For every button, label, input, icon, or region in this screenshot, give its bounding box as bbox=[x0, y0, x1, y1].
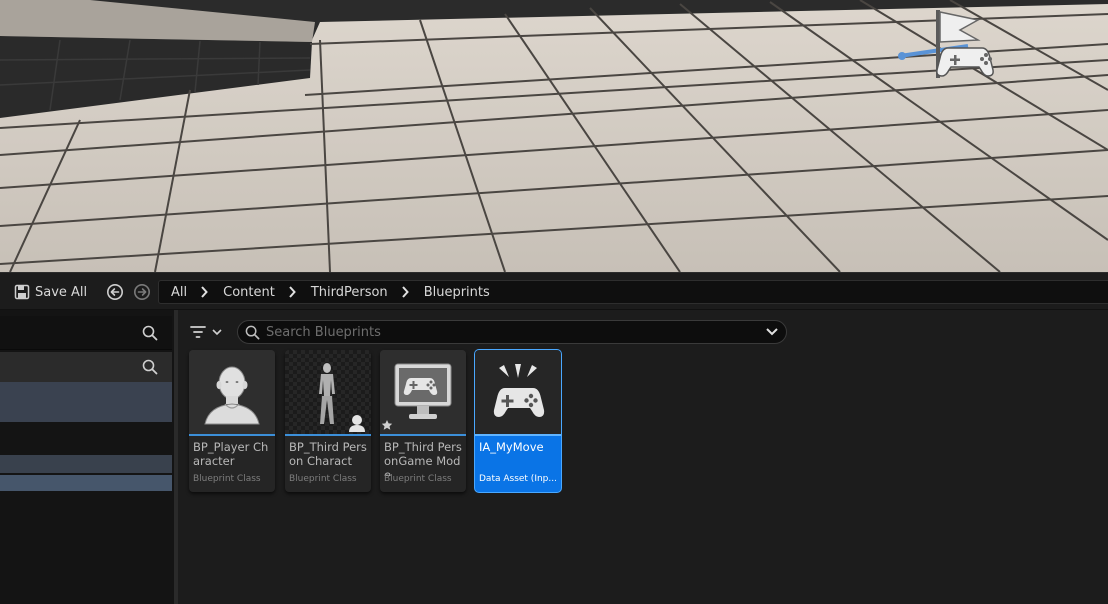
sources-panel bbox=[0, 310, 178, 604]
breadcrumb-item-content[interactable]: Content bbox=[223, 285, 275, 300]
asset-name: BP_Third Person Charact bbox=[289, 440, 367, 468]
breadcrumb: All Content ThirdPerson Blueprints bbox=[158, 280, 1108, 304]
asset-name: BP_Player Character bbox=[193, 440, 269, 468]
asset-color-bar bbox=[475, 434, 561, 436]
search-input[interactable] bbox=[266, 321, 756, 343]
asset-tile[interactable]: BP_Player Character Blueprint Class bbox=[189, 350, 275, 492]
asset-thumbnail bbox=[475, 350, 561, 434]
asset-type: Blueprint Class bbox=[384, 474, 452, 484]
asset-tile-selected[interactable]: IA_MyMove Data Asset (Inp... bbox=[475, 350, 561, 492]
search-field[interactable] bbox=[237, 320, 787, 344]
forward-arrow-icon[interactable] bbox=[133, 283, 151, 301]
asset-type: Blueprint Class bbox=[289, 474, 357, 484]
asset-thumbnail bbox=[380, 350, 466, 434]
save-icon bbox=[14, 284, 30, 300]
breadcrumb-item-thirdperson[interactable]: ThirdPerson bbox=[311, 285, 388, 300]
search-icon[interactable] bbox=[142, 359, 158, 375]
monitor-gamepad-icon bbox=[381, 363, 452, 430]
chevron-right-icon[interactable] bbox=[200, 286, 210, 298]
asset-tile[interactable]: BP_Third Person Charact Blueprint Class bbox=[285, 350, 371, 492]
search-icon[interactable] bbox=[142, 325, 158, 341]
asset-tile[interactable]: BP_Third PersonGame Mode Blueprint Class bbox=[380, 350, 466, 492]
breadcrumb-item-blueprints[interactable]: Blueprints bbox=[424, 285, 490, 300]
asset-thumbnail bbox=[189, 350, 275, 434]
folder-tree-item-selected[interactable] bbox=[0, 475, 172, 491]
save-all-label: Save All bbox=[35, 284, 88, 300]
asset-type: Data Asset (Inp... bbox=[479, 474, 557, 484]
filter-icon bbox=[190, 326, 206, 338]
character-figure-icon bbox=[285, 350, 371, 434]
sources-search-row[interactable] bbox=[0, 316, 172, 350]
asset-name: BP_Third PersonGame Mode bbox=[384, 440, 462, 476]
mannequin-head-icon bbox=[204, 366, 260, 425]
search-icon bbox=[245, 325, 260, 340]
back-arrow-icon[interactable] bbox=[106, 283, 124, 301]
asset-name: IA_MyMove bbox=[479, 440, 544, 454]
chevron-right-icon[interactable] bbox=[288, 286, 298, 298]
chevron-down-icon[interactable] bbox=[766, 327, 778, 337]
folder-tree-selection[interactable] bbox=[0, 382, 172, 422]
asset-type: Blueprint Class bbox=[193, 474, 261, 484]
collections-search-row[interactable] bbox=[0, 352, 172, 382]
asset-color-bar bbox=[285, 434, 371, 436]
asset-thumbnail bbox=[285, 350, 371, 434]
breadcrumb-item-all[interactable]: All bbox=[171, 285, 187, 300]
asset-color-bar bbox=[189, 434, 275, 436]
save-all-button[interactable]: Save All bbox=[14, 282, 87, 302]
asset-color-bar bbox=[380, 434, 466, 436]
gamepad-input-icon bbox=[493, 364, 545, 417]
chevron-right-icon[interactable] bbox=[401, 286, 411, 298]
level-viewport[interactable] bbox=[0, 0, 1108, 272]
filter-button[interactable] bbox=[190, 322, 230, 342]
folder-tree-item[interactable] bbox=[0, 455, 172, 473]
chevron-down-icon bbox=[212, 329, 222, 336]
content-browser-toolbar: Save All All Content ThirdPerson Bluepri… bbox=[0, 272, 1108, 310]
